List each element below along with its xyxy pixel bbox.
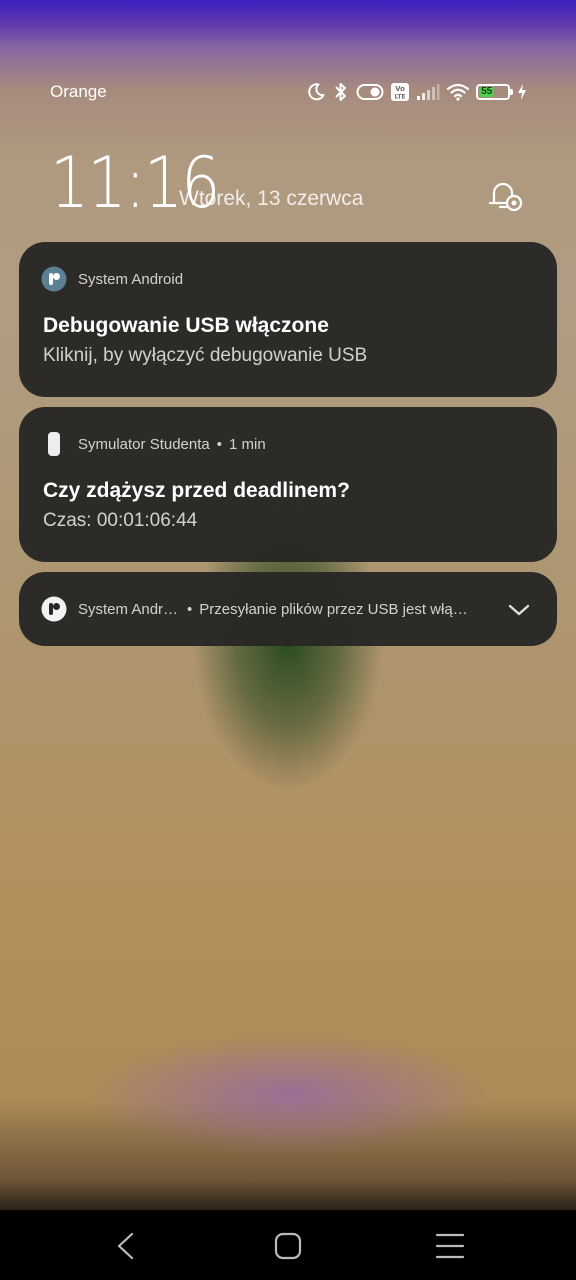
charging-icon	[516, 83, 528, 101]
bluetooth-icon	[332, 81, 350, 103]
lock-clock: 11:16	[50, 142, 220, 224]
status-icons: Vo LTE 55	[306, 78, 528, 106]
separator-dot: •	[187, 600, 193, 618]
notification-header: System Andr… • Przesyłanie plików przez …	[41, 596, 501, 622]
notification-time: 1 min	[229, 435, 266, 453]
notification-student-simulator[interactable]: Symulator Studenta • 1 min Czy zdążysz p…	[19, 407, 557, 562]
home-button[interactable]	[272, 1230, 304, 1262]
signal-icon	[416, 83, 440, 101]
notification-app-name: Symulator Studenta	[78, 435, 210, 453]
moon-icon	[306, 82, 326, 102]
volte-icon: Vo LTE	[390, 82, 410, 102]
notification-text: Kliknij, by wyłączyć debugowanie USB	[43, 345, 368, 366]
notification-header: System Android	[41, 266, 183, 292]
svg-text:LTE: LTE	[394, 94, 405, 101]
navigation-bar	[0, 1210, 576, 1280]
wifi-icon	[446, 82, 470, 102]
app-bar-icon	[41, 431, 67, 457]
battery-icon: 55	[476, 84, 513, 100]
toggle-icon	[356, 83, 384, 101]
carrier-name: Orange	[50, 82, 107, 101]
battery-fill: 55	[479, 86, 495, 97]
notification-text: Czas: 00:01:06:44	[43, 510, 198, 531]
recent-apps-button[interactable]	[434, 1230, 466, 1262]
status-bar: Orange Vo LTE 55	[0, 72, 576, 112]
notification-usb-file-transfer[interactable]: System Andr… • Przesyłanie plików przez …	[19, 572, 557, 646]
svg-text:Vo: Vo	[395, 85, 405, 93]
back-button[interactable]	[110, 1230, 142, 1262]
notification-app-name: System Android	[78, 270, 184, 288]
notification-settings-icon[interactable]	[487, 178, 527, 214]
chevron-down-icon[interactable]	[507, 598, 531, 622]
lock-date: Wtorek, 13 czerwca	[179, 187, 364, 210]
battery-level: 55	[481, 86, 493, 97]
android-system-icon	[41, 266, 67, 292]
notification-header: Symulator Studenta • 1 min	[41, 431, 266, 457]
notification-title: Debugowanie USB włączone	[43, 314, 329, 337]
notification-text: Przesyłanie plików przez USB jest włą…	[199, 600, 468, 618]
separator-dot: •	[216, 435, 223, 453]
notification-app-name: System Andr…	[78, 600, 179, 618]
notification-title: Czy zdążysz przed deadlinem?	[43, 479, 350, 502]
battery-nub	[510, 89, 513, 95]
notification-usb-debugging[interactable]: System Android Debugowanie USB włączone …	[19, 242, 557, 397]
android-system-icon	[41, 596, 67, 622]
